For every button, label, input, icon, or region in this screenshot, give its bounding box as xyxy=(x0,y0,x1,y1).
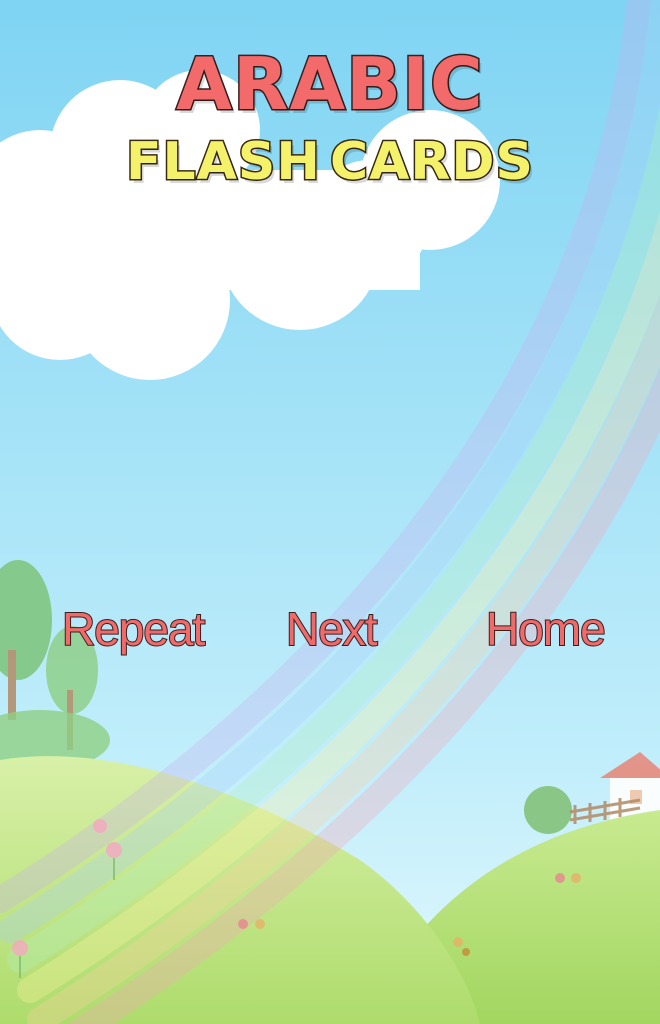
home-button[interactable]: Home xyxy=(485,602,607,656)
game-title-arabic: ARABIC xyxy=(175,41,484,128)
repeat-button[interactable]: Repeat xyxy=(61,602,206,656)
next-button[interactable]: Next xyxy=(285,602,379,656)
game-title-flash-cards: FLASH CARDS xyxy=(124,131,535,194)
